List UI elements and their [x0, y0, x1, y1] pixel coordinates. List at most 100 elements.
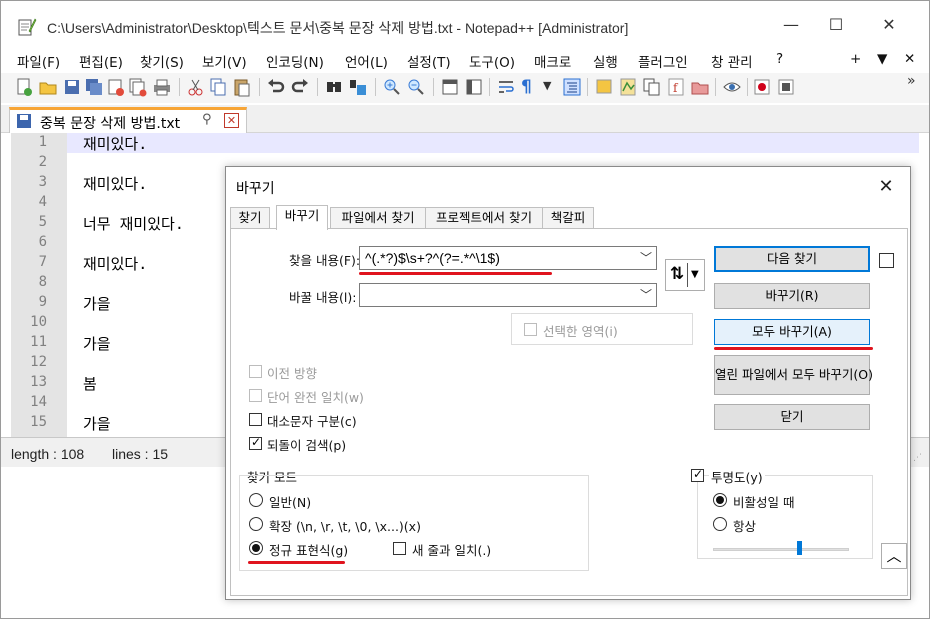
menu-bar: 파일(F) 편집(E) 찾기(S) 보기(V) 인코딩(N) 언어(L) 설정(… [1, 45, 929, 73]
menu-window[interactable]: 창 관리 [711, 51, 753, 71]
tab-list-dropdown-icon[interactable]: ▼ [877, 51, 887, 67]
swap-find-replace-button[interactable]: ⇅ ▼ [665, 259, 705, 291]
menu-encoding[interactable]: 인코딩(N) [266, 51, 324, 71]
saved-file-icon [17, 114, 31, 128]
monitoring-eye-icon[interactable] [723, 77, 741, 97]
new-tab-plus-icon[interactable]: + [850, 51, 861, 67]
redo-icon[interactable] [291, 77, 309, 97]
menu-view[interactable]: 보기(V) [202, 51, 247, 71]
transparency-checkbox[interactable]: ✓ [691, 467, 704, 482]
find-icon[interactable] [325, 77, 343, 97]
close-doc-icon[interactable]: ✕ [904, 51, 915, 67]
collapse-dialog-button[interactable]: ︿ [881, 543, 907, 569]
indent-guide-icon[interactable] [563, 77, 581, 97]
menu-language[interactable]: 언어(L) [345, 51, 388, 71]
toolbar-overflow-icon[interactable]: » [907, 73, 916, 89]
close-file-icon[interactable] [107, 77, 125, 97]
replace-with-label: 바꿀 내용(l): [289, 290, 357, 305]
find-what-combobox[interactable]: ^(.*?)$\s+?^(?=.*^\1$) ﹀ [359, 246, 657, 270]
toolbar-dropdown-icon[interactable]: ▼ [543, 79, 551, 92]
copy-icon[interactable] [209, 77, 227, 97]
tab-find-in-files[interactable]: 파일에서 찾기 [330, 207, 426, 229]
save-all-icon[interactable] [85, 77, 103, 97]
replace-all-open-docs-button[interactable]: 열린 파일에서 모두 바꾸기(O) [714, 355, 873, 395]
close-tab-icon[interactable]: ✕ [224, 113, 239, 128]
record-macro-icon[interactable] [753, 77, 771, 97]
zoom-in-icon[interactable] [383, 77, 401, 97]
window-title: C:\Users\Administrator\Desktop\텍스트 문서\중복… [47, 20, 629, 36]
tab-find[interactable]: 찾기 [230, 207, 270, 229]
menu-plugins[interactable]: 플러그인 [638, 51, 688, 71]
line-number: 14 [30, 394, 47, 410]
close-dialog-button[interactable]: 닫기 [714, 404, 870, 430]
tab-replace[interactable]: 바꾸기 [276, 205, 328, 230]
chevron-down-icon[interactable]: ﹀ [640, 286, 652, 303]
find-next-button[interactable]: 다음 찾기 [714, 246, 870, 272]
replace-icon[interactable] [349, 77, 367, 97]
title-bar: C:\Users\Administrator\Desktop\텍스트 문서\중복… [1, 1, 929, 45]
transparency-slider[interactable] [713, 541, 849, 557]
in-selection-label: 선택한 영역(i) [543, 324, 618, 339]
save-icon[interactable] [63, 77, 81, 97]
backward-direction-checkbox[interactable] [249, 365, 262, 378]
pin-tab-icon[interactable]: ⚲ [202, 112, 212, 127]
print-icon[interactable] [153, 77, 171, 97]
replace-button[interactable]: 바꾸기(R) [714, 283, 870, 309]
maximize-button[interactable]: ☐ [816, 11, 856, 39]
dialog-close-button[interactable]: ✕ [872, 175, 900, 199]
find-next-extra-checkbox[interactable] [879, 253, 894, 268]
zoom-out-icon[interactable] [407, 77, 425, 97]
menu-file[interactable]: 파일(F) [17, 51, 60, 71]
close-window-button[interactable]: ✕ [869, 11, 909, 39]
close-all-icon[interactable] [129, 77, 147, 97]
on-lose-focus-radio[interactable] [713, 493, 727, 507]
checkmark-icon: ✓ [251, 435, 262, 449]
sync-vertical-icon[interactable] [441, 77, 459, 97]
undo-icon[interactable] [267, 77, 285, 97]
menu-tools[interactable]: 도구(O) [469, 51, 515, 71]
open-file-icon[interactable] [39, 77, 57, 97]
dialog-tabs: 찾기 바꾸기 파일에서 찾기 프로젝트에서 찾기 책갈피 [230, 205, 908, 230]
replace-all-button[interactable]: 모두 바꾸기(A) [714, 319, 870, 345]
udl-icon[interactable] [595, 77, 613, 97]
line-number: 11 [30, 334, 47, 350]
line-number: 12 [30, 354, 47, 370]
doc-list-icon[interactable] [643, 77, 661, 97]
extended-mode-radio[interactable] [249, 517, 263, 531]
menu-edit[interactable]: 편집(E) [79, 51, 123, 71]
show-all-chars-icon[interactable]: ¶ [521, 77, 532, 97]
menu-macro[interactable]: 매크로 [534, 51, 571, 71]
menu-search[interactable]: 찾기(S) [140, 51, 184, 71]
paste-icon[interactable] [233, 77, 251, 97]
slider-thumb[interactable] [797, 541, 802, 555]
status-length: length : 108 [11, 446, 85, 462]
match-case-checkbox[interactable] [249, 413, 262, 426]
find-what-label: 찾을 내용(F): [289, 253, 361, 268]
new-file-icon[interactable] [15, 77, 33, 97]
document-tab[interactable]: 중복 문장 삭제 방법.txt ⚲ ✕ [9, 107, 247, 133]
editor-line: 재미있다. [83, 255, 148, 273]
always-radio[interactable] [713, 517, 727, 531]
tab-find-in-projects[interactable]: 프로젝트에서 찾기 [425, 207, 543, 229]
match-whole-word-checkbox[interactable] [249, 389, 262, 402]
doc-map-icon[interactable] [619, 77, 637, 97]
chevron-down-icon[interactable]: ﹀ [640, 249, 652, 266]
replace-with-combobox[interactable]: ﹀ [359, 283, 657, 307]
minimize-button[interactable]: — [771, 11, 811, 39]
wrap-around-checkbox[interactable]: ✓ [249, 435, 262, 450]
regex-mode-radio[interactable] [249, 541, 263, 555]
dot-matches-newline-checkbox[interactable] [393, 542, 406, 555]
resize-grip-icon[interactable]: ⋰ [913, 453, 922, 463]
menu-run[interactable]: 실행 [593, 51, 618, 71]
cut-icon[interactable] [187, 77, 205, 97]
stop-macro-icon[interactable] [777, 77, 795, 97]
word-wrap-icon[interactable] [497, 77, 515, 97]
menu-help[interactable]: ? [776, 51, 783, 67]
function-list-icon[interactable]: f [667, 77, 685, 97]
folder-workspace-icon[interactable] [691, 77, 709, 97]
sync-horizontal-icon[interactable] [465, 77, 483, 97]
menu-settings[interactable]: 설정(T) [407, 51, 451, 71]
tab-mark[interactable]: 책갈피 [542, 207, 594, 229]
in-selection-checkbox[interactable] [524, 323, 537, 336]
normal-mode-radio[interactable] [249, 493, 263, 507]
